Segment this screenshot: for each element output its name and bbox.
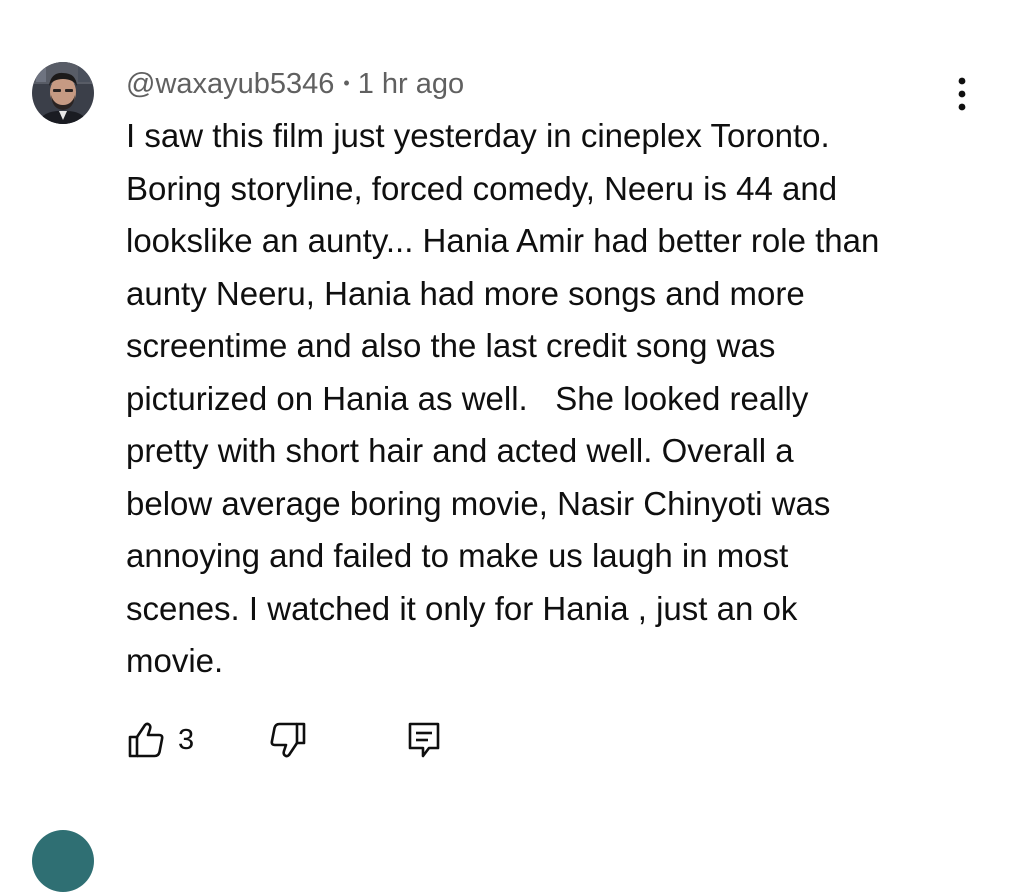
reply-comment-icon (408, 722, 440, 758)
comment-header: @waxayub5346 • 1 hr ago (126, 64, 464, 104)
timestamp: 1 hr ago (357, 67, 465, 100)
like-button[interactable]: 3 (126, 716, 194, 764)
thumbs-down-icon (270, 722, 306, 758)
next-comment-avatar[interactable] (32, 830, 94, 892)
like-count: 3 (178, 723, 195, 756)
comment-thread: @waxayub5346 • 1 hr ago I saw this film … (0, 0, 1024, 892)
avatar-image (32, 62, 94, 124)
separator-dot: • (343, 72, 350, 93)
reply-button[interactable] (404, 716, 444, 764)
comment-actions: 3 (126, 716, 526, 764)
comment-text: I saw this film just yesterday in cinepl… (126, 117, 880, 679)
avatar[interactable] (32, 62, 94, 124)
thumbs-up-icon (128, 722, 164, 758)
dislike-button[interactable] (268, 716, 308, 764)
more-vertical-icon (958, 77, 966, 111)
author-name[interactable]: @waxayub5346 (126, 68, 334, 101)
